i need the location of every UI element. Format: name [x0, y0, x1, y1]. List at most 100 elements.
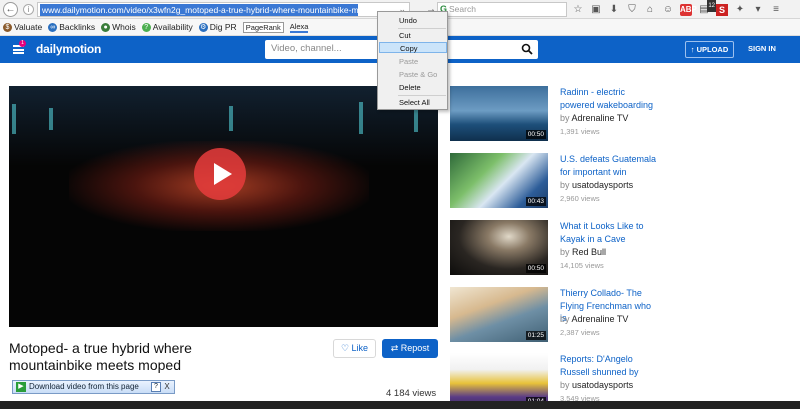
- video-player[interactable]: [9, 86, 438, 327]
- bookmark-backlinks[interactable]: ∞ Backlinks: [48, 22, 95, 32]
- channel-name[interactable]: Adrenaline TV: [572, 314, 629, 324]
- repost-button[interactable]: ⇄ Repost: [382, 339, 438, 358]
- heart-icon: ♡: [340, 343, 350, 353]
- toolbar-icons: ☆ ▣ ⬇ ⛉ ⌂ ☺ ABP ▤ 12 S ✦ ▾ ≡: [572, 0, 782, 17]
- related-video-channel: by usatodaysports: [560, 180, 633, 190]
- browser-search-placeholder: Search: [449, 4, 476, 14]
- menu-icon[interactable]: ≡: [770, 4, 782, 16]
- puzzle-icon[interactable]: ✦: [734, 4, 746, 16]
- bookmark-star-icon[interactable]: ☆: [572, 4, 584, 16]
- availability-icon: ?: [141, 22, 151, 32]
- light-streak: [229, 106, 233, 131]
- context-menu: Undo Cut Copy Paste Paste & Go Delete Se…: [377, 11, 448, 110]
- pocket-icon[interactable]: ⛉: [626, 4, 638, 16]
- by-label: by: [560, 113, 570, 123]
- download-icon[interactable]: ⬇: [608, 4, 620, 16]
- home-icon[interactable]: ⌂: [644, 4, 656, 16]
- bookmark-label: Backlinks: [59, 22, 96, 32]
- menu-item-copy[interactable]: Copy: [379, 42, 447, 53]
- clipboard-icon[interactable]: ▣: [590, 4, 602, 16]
- related-video-views: 2,387 views: [560, 328, 600, 337]
- related-video[interactable]: 00:50 What it Looks Like to Kayak in a C…: [450, 220, 660, 278]
- related-video[interactable]: 00:43 U.S. defeats Guatemala for importa…: [450, 153, 660, 211]
- related-video[interactable]: 01:25 Thierry Collado- The Flying French…: [450, 287, 660, 345]
- light-streak: [49, 108, 53, 130]
- channel-name[interactable]: Red Bull: [572, 247, 606, 257]
- repost-icon: ⇄: [390, 343, 399, 353]
- url-bar[interactable]: www.dailymotion.com/video/x3wfn2g_motope…: [37, 2, 436, 17]
- pagerank-widget[interactable]: PageRank: [242, 21, 284, 33]
- related-video-channel: by usatodaysports: [560, 380, 633, 390]
- browser-search-box[interactable]: G Search: [437, 2, 567, 17]
- alexa-widget[interactable]: Alexa: [289, 22, 309, 33]
- duration-badge: 00:50: [525, 264, 546, 273]
- menu-item-undo[interactable]: Undo: [379, 15, 447, 26]
- notification-dot-icon: 1: [19, 40, 26, 47]
- bookmark-whois[interactable]: ● Whois: [101, 22, 136, 32]
- related-video-views: 14,105 views: [560, 261, 604, 270]
- site-logo[interactable]: dailymotion: [36, 42, 101, 56]
- like-label: Like: [351, 343, 369, 353]
- bookmark-label: Dig PR: [209, 22, 237, 32]
- menu-item-select-all[interactable]: Select All: [379, 97, 447, 108]
- bookmark-availability[interactable]: ? Availability: [141, 22, 193, 32]
- by-label: by: [560, 247, 570, 257]
- related-video-title[interactable]: Reports: D'Angelo Russell shunned by: [560, 353, 660, 378]
- adblock-icon[interactable]: ABP: [680, 3, 697, 16]
- bookmark-label: Valuate: [14, 22, 43, 32]
- info-icon[interactable]: i: [23, 4, 34, 15]
- by-label: by: [560, 314, 570, 324]
- channel-name[interactable]: usatodaysports: [572, 180, 633, 190]
- extension-dropdown-icon[interactable]: ▾: [752, 4, 764, 16]
- duration-badge: 00:43: [525, 197, 546, 206]
- bookmark-dig-pr[interactable]: ⚙ Dig PR: [198, 22, 237, 32]
- bookmark-label: Availability: [152, 22, 193, 32]
- bookmark-valuate[interactable]: $ Valuate: [3, 22, 42, 32]
- back-button[interactable]: ←: [3, 2, 18, 17]
- sign-in-button[interactable]: SIGN IN: [748, 44, 776, 53]
- related-video[interactable]: 00:50 Radinn - electric powered wakeboar…: [450, 86, 660, 144]
- light-streak: [12, 104, 16, 134]
- channel-name[interactable]: usatodaysports: [572, 380, 633, 390]
- smiley-icon[interactable]: ☺: [662, 4, 674, 16]
- menu-item-delete[interactable]: Delete: [379, 82, 447, 93]
- menu-separator: [398, 28, 446, 29]
- repost-label: Repost: [400, 343, 430, 353]
- video-thumbnail[interactable]: 00:50: [450, 220, 548, 275]
- download-helper-bar[interactable]: ▶ Download video from this page ? X: [12, 380, 175, 394]
- link-icon: ∞: [48, 22, 58, 32]
- upload-button[interactable]: ↑ UPLOAD: [685, 41, 734, 58]
- video-title: Motoped- a true hybrid where mountainbik…: [9, 340, 192, 373]
- by-label: by: [560, 180, 570, 190]
- related-video-title[interactable]: Radinn - electric powered wakeboarding: [560, 86, 660, 111]
- url-text[interactable]: www.dailymotion.com/video/x3wfn2g_motope…: [40, 4, 358, 16]
- by-label: by: [560, 380, 570, 390]
- close-button[interactable]: X: [162, 382, 172, 392]
- bookmark-label: Whois: [112, 22, 136, 32]
- light-streak: [359, 102, 363, 134]
- help-button[interactable]: ?: [151, 382, 161, 392]
- extension-icon[interactable]: ▤ 12: [698, 0, 716, 16]
- menu-item-cut[interactable]: Cut: [379, 30, 447, 41]
- channel-name[interactable]: Adrenaline TV: [572, 113, 629, 123]
- search-icon[interactable]: [521, 43, 533, 55]
- valuate-icon: $: [3, 22, 12, 32]
- download-label[interactable]: Download video from this page: [29, 381, 139, 393]
- video-thumbnail[interactable]: 00:43: [450, 153, 548, 208]
- menu-item-paste-go: Paste & Go: [399, 70, 438, 79]
- related-video-title[interactable]: U.S. defeats Guatemala for important win: [560, 153, 660, 178]
- s-extension-icon[interactable]: S: [716, 3, 728, 16]
- download-arrow-icon: ▶: [16, 382, 26, 392]
- video-thumbnail[interactable]: 01:25: [450, 287, 548, 342]
- whois-icon: ●: [101, 22, 111, 32]
- video-thumbnail[interactable]: 00:50: [450, 86, 548, 141]
- like-button[interactable]: ♡ Like: [333, 339, 376, 358]
- menu-separator: [398, 95, 446, 96]
- dig-icon: ⚙: [198, 22, 208, 32]
- related-video-title[interactable]: What it Looks Like to Kayak in a Cave: [560, 220, 660, 245]
- extension-badge: 12: [707, 0, 716, 12]
- play-icon[interactable]: [194, 148, 246, 200]
- video-thumbnail[interactable]: 01:04: [450, 353, 548, 408]
- taskbar-strip: [0, 401, 800, 409]
- related-video-views: 1,391 views: [560, 127, 600, 136]
